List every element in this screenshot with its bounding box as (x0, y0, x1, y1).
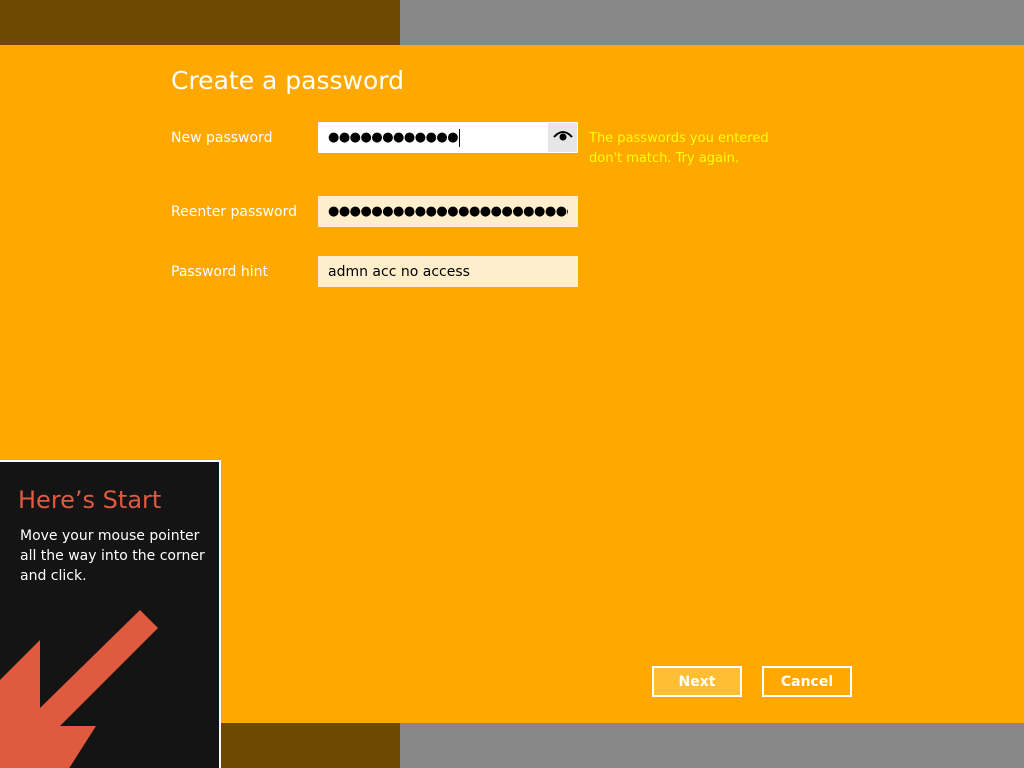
bottom-band-gray (400, 723, 1024, 768)
password-hint-field[interactable]: admn acc no access (318, 256, 578, 287)
reenter-password-masked-value: ●●●●●●●●●●●●●●●●●●●●●●●● (328, 204, 568, 219)
arrow-down-left-icon (0, 610, 160, 768)
cancel-button[interactable]: Cancel (762, 666, 852, 697)
new-password-label: New password (171, 130, 273, 146)
top-band-dark (0, 0, 400, 45)
start-tip-body: Move your mouse pointer all the way into… (20, 528, 205, 584)
top-band (0, 0, 1024, 45)
start-tip-panel: Here’s Start Move your mouse pointer all… (0, 460, 221, 768)
start-tip-title: Here’s Start (18, 486, 162, 514)
reenter-password-label: Reenter password (171, 204, 297, 220)
password-hint-value: admn acc no access (328, 263, 470, 280)
next-button[interactable]: Next (652, 666, 742, 697)
page-title: Create a password (171, 66, 404, 95)
new-password-field[interactable]: ●●●●●●●●●●●● (318, 122, 578, 153)
top-band-gray (400, 0, 1024, 45)
reveal-password-button[interactable] (548, 123, 577, 152)
password-hint-label: Password hint (171, 264, 268, 280)
new-password-masked-value: ●●●●●●●●●●●● (328, 130, 459, 145)
password-mismatch-error: The passwords you entered don't match. T… (589, 131, 769, 166)
reenter-password-field[interactable]: ●●●●●●●●●●●●●●●●●●●●●●●● (318, 196, 578, 227)
eye-icon (552, 129, 573, 147)
password-setup-screen: Create a password New password ●●●●●●●●●… (0, 0, 1024, 768)
text-caret (459, 128, 461, 147)
